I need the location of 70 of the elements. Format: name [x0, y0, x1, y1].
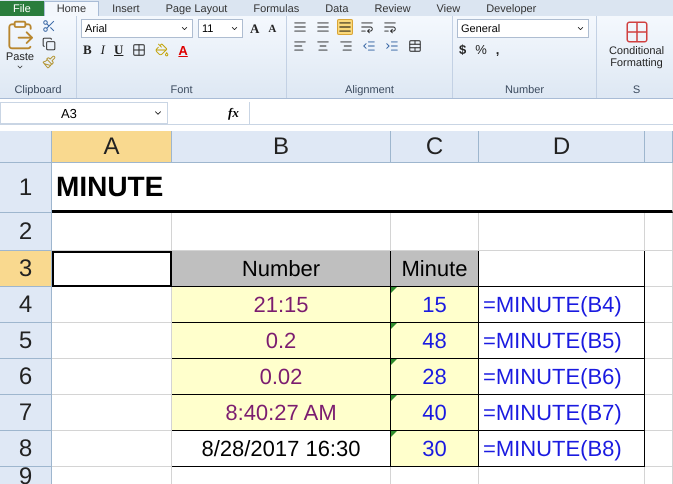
group-label: Font: [169, 84, 194, 98]
ribbon-tab[interactable]: View: [424, 1, 474, 16]
group-label: S: [632, 84, 642, 98]
group-label: Clipboard: [13, 84, 63, 98]
table-cell: 15: [391, 287, 479, 323]
column-header[interactable]: A: [52, 131, 172, 163]
table-cell: 30: [391, 431, 479, 467]
column-header[interactable]: B: [172, 131, 391, 163]
table-cell: 21:15: [172, 287, 391, 323]
number-format-field[interactable]: General: [457, 19, 589, 38]
table-cell: =MINUTE(B5): [479, 323, 645, 359]
ribbon-tab[interactable]: Insert: [99, 1, 153, 16]
row-header[interactable]: 3: [0, 251, 52, 287]
header-cell: Number: [172, 251, 391, 287]
shrink-font-button[interactable]: A: [266, 22, 278, 34]
copy-icon[interactable]: [40, 37, 58, 51]
table-cell: 40: [391, 395, 479, 431]
row-header[interactable]: 5: [0, 323, 52, 359]
grow-font-button[interactable]: A: [248, 20, 262, 36]
caret-icon: [180, 24, 189, 33]
caret-icon: [576, 24, 585, 33]
row-header[interactable]: 7: [0, 395, 52, 431]
currency-button[interactable]: $: [457, 42, 468, 57]
caret-icon: [16, 63, 24, 71]
selected-cell[interactable]: [52, 251, 172, 287]
table-icon: [624, 19, 650, 45]
column-header[interactable]: D: [479, 131, 645, 163]
ribbon-tab[interactable]: Developer: [473, 1, 550, 16]
table-cell: 8/28/2017 16:30: [172, 431, 391, 467]
table-cell: =MINUTE(B8): [479, 431, 645, 467]
ribbon-tab[interactable]: File: [0, 1, 44, 16]
ribbon-tab[interactable]: Formulas: [240, 1, 312, 16]
row-header[interactable]: 1: [0, 163, 52, 213]
percent-button[interactable]: %: [473, 42, 489, 57]
row-header[interactable]: 8: [0, 431, 52, 467]
paste-button[interactable]: Paste: [4, 19, 36, 84]
row-header[interactable]: 2: [0, 213, 52, 251]
row-header[interactable]: 6: [0, 359, 52, 395]
conditional-formatting-button[interactable]: Conditional Formatting: [601, 19, 672, 84]
underline-button[interactable]: U: [112, 42, 126, 58]
title-cell: MINUTE: [52, 163, 673, 213]
font-name-field[interactable]: Arial: [81, 19, 193, 38]
comma-button[interactable]: ,: [494, 42, 502, 57]
font-color-button[interactable]: A: [176, 42, 190, 58]
table-cell: 28: [391, 359, 479, 395]
italic-button[interactable]: I: [98, 42, 108, 58]
row-header[interactable]: 9: [0, 467, 52, 484]
ribbon-tab[interactable]: Data: [312, 1, 362, 16]
function-label[interactable]: fx: [168, 102, 249, 124]
align-bottom-icon[interactable]: [337, 19, 353, 35]
column-header[interactable]: C: [391, 131, 479, 163]
table-cell: =MINUTE(B4): [479, 287, 645, 323]
name-box[interactable]: A3: [0, 102, 168, 124]
bold-button[interactable]: B: [81, 42, 94, 58]
group-label: Number: [504, 84, 546, 98]
row-header[interactable]: 4: [0, 287, 52, 323]
group-label: Alignment: [344, 84, 395, 98]
table-cell: 0.2: [172, 323, 391, 359]
table-cell: =MINUTE(B7): [479, 395, 645, 431]
font-size-field[interactable]: 11: [198, 19, 243, 38]
header-cell: Minute: [391, 251, 479, 287]
ribbon-tab[interactable]: Home: [44, 1, 100, 16]
caret-icon: [230, 24, 239, 33]
table-cell: 8:40:27 AM: [172, 395, 391, 431]
fill-color-icon[interactable]: [153, 43, 172, 57]
table-cell: =MINUTE(B6): [479, 359, 645, 395]
table-cell: 0.02: [172, 359, 391, 395]
ribbon-tab[interactable]: Page Layout: [152, 1, 240, 16]
ribbon-tab[interactable]: Review: [361, 1, 424, 16]
table-cell: 48: [391, 323, 479, 359]
